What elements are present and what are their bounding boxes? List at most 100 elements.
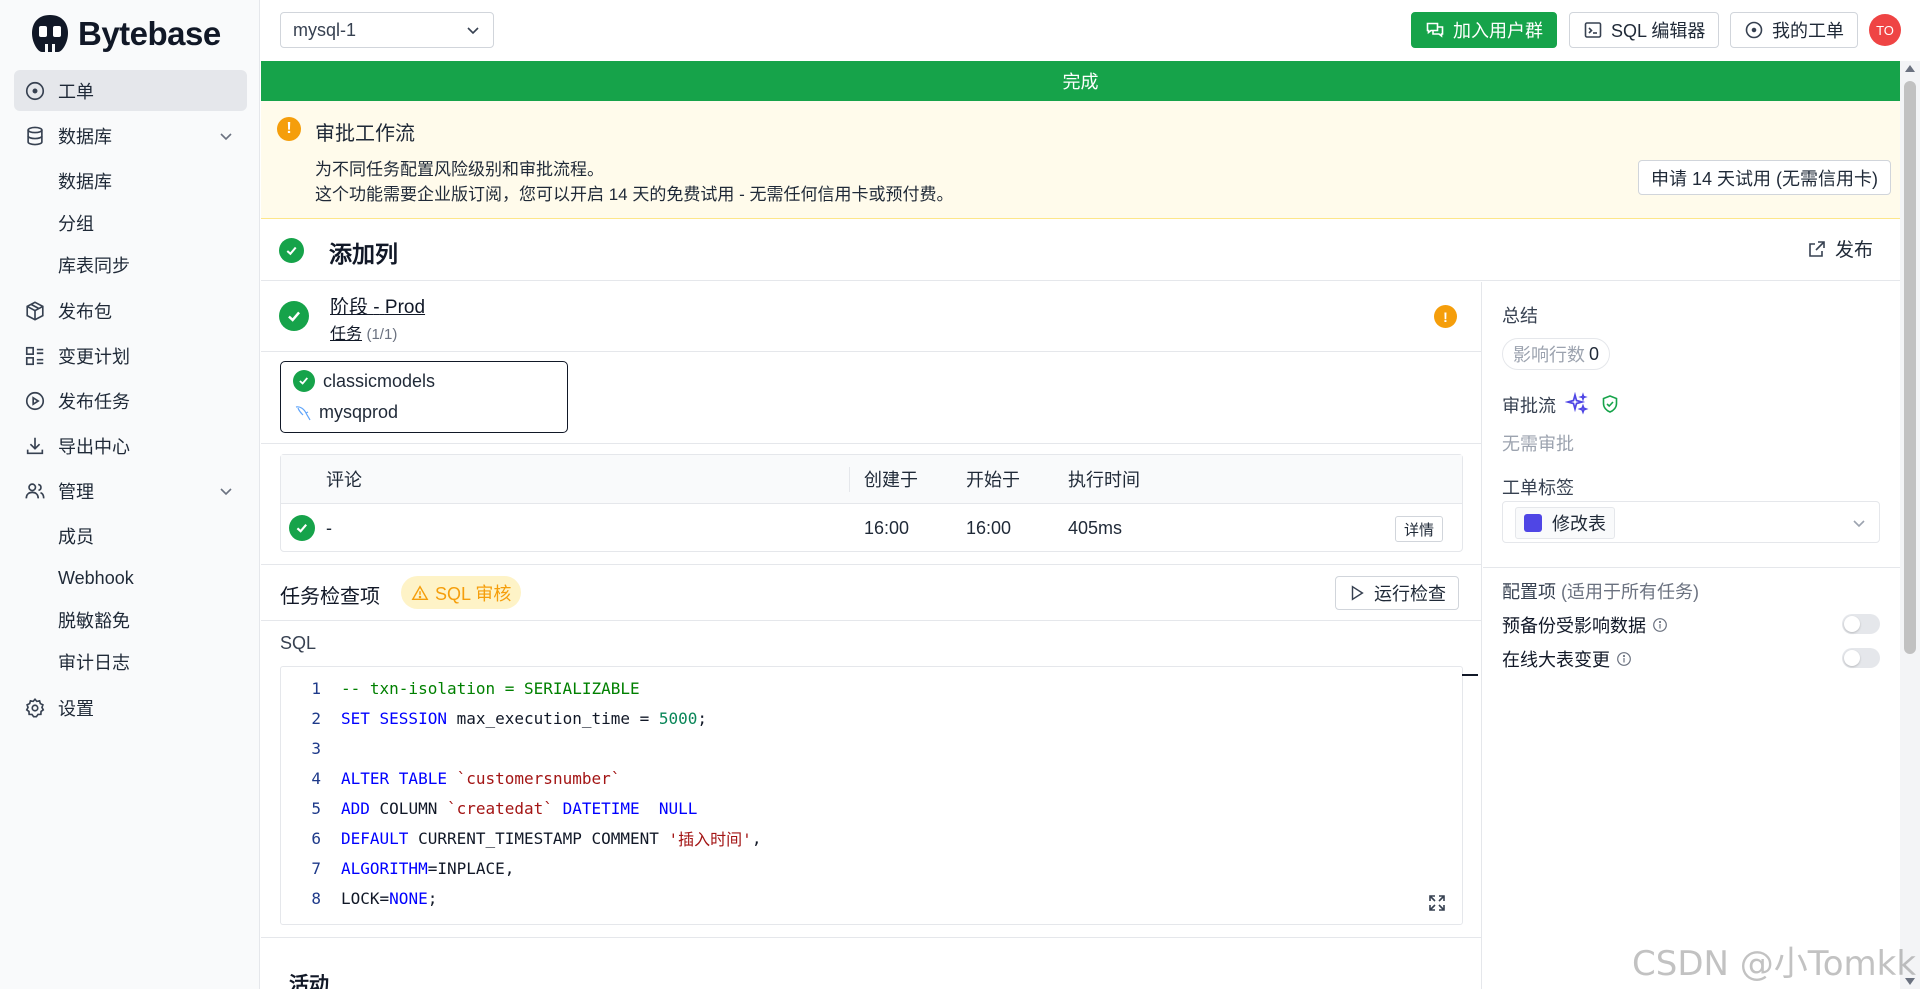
- sparkle-icon[interactable]: [1565, 392, 1589, 416]
- sidebar-subitem-masking-exemption[interactable]: 脱敏豁免: [14, 599, 247, 641]
- sidebar-item-releases[interactable]: 发布包: [14, 290, 247, 331]
- sidebar-item-label: 管理: [58, 481, 94, 502]
- sidebar: Bytebase 工单 数据库 数据库 分组 库表同步 发布包 变更计划 发布任…: [0, 0, 260, 989]
- sidebar-item-databases[interactable]: 数据库: [14, 115, 247, 156]
- code-token: `customersnumber`: [456, 768, 621, 788]
- bytebase-logo-icon: [32, 15, 68, 52]
- chevron-down-icon: [220, 132, 232, 140]
- column-started: 开始于: [966, 470, 1020, 490]
- code-token: =INPLACE,: [427, 858, 515, 878]
- sidebar-item-export-center[interactable]: 导出中心: [14, 425, 247, 466]
- label-color-swatch: [1524, 514, 1542, 532]
- run-detail-button[interactable]: 详情: [1395, 516, 1444, 542]
- avatar[interactable]: TO: [1869, 14, 1901, 46]
- sidebar-item-admin[interactable]: 管理: [14, 470, 247, 511]
- sidebar-item-label: 发布包: [58, 301, 112, 322]
- row-duration: 405ms: [1068, 517, 1123, 538]
- issue-sidebar: 总结 影响行数 0 审批流 无需审批 工单标签 修改表 配置项 (适用于所有任务…: [1483, 282, 1900, 989]
- sidebar-subitem-audit-log[interactable]: 审计日志: [14, 641, 247, 683]
- line-number: 8: [311, 888, 321, 908]
- topbar: mysql-1 加入用户群 SQL 编辑器 我的工单 TO: [261, 0, 1920, 60]
- approval-flow-label: 审批流: [1502, 396, 1556, 416]
- mysql-dolphin-icon: [295, 405, 311, 420]
- my-issues-button[interactable]: 我的工单: [1730, 12, 1858, 48]
- my-issues-label: 我的工单: [1772, 21, 1844, 41]
- task-list: classicmodels mysqprod: [261, 352, 1482, 444]
- sidebar-item-label: 变更计划: [58, 346, 130, 367]
- code-token: ALTER TABLE: [341, 768, 447, 788]
- affected-rows-label: 影响行数: [1513, 345, 1585, 365]
- code-token: DEFAULT: [341, 828, 409, 848]
- stage-title[interactable]: 阶段 - Prod: [330, 292, 425, 319]
- join-group-button[interactable]: 加入用户群: [1411, 12, 1557, 48]
- backup-option: 预备份受影响数据: [1502, 612, 1668, 638]
- bytebase-logo[interactable]: Bytebase: [28, 12, 221, 56]
- instance-select[interactable]: mysql-1: [280, 12, 494, 48]
- issue-title[interactable]: 添加列: [329, 235, 398, 269]
- run-checks-button[interactable]: 运行检查: [1335, 576, 1459, 610]
- sidebar-item-issues[interactable]: 工单: [14, 70, 247, 111]
- publish-button[interactable]: 发布: [1807, 235, 1873, 262]
- sidebar-item-settings[interactable]: 设置: [14, 687, 247, 728]
- play-circle-icon: [25, 391, 45, 410]
- package-icon: [26, 300, 44, 321]
- online-migration-toggle[interactable]: [1842, 648, 1880, 668]
- issue-header: 添加列 发布: [261, 219, 1900, 281]
- info-icon[interactable]: [1652, 617, 1668, 633]
- warning-icon: !: [277, 117, 301, 141]
- sidebar-item-label: 数据库: [58, 126, 112, 147]
- task-checks-row: 任务检查项 SQL 审核 运行检查: [261, 564, 1482, 621]
- sidebar-subitem-databases[interactable]: 数据库: [14, 160, 247, 202]
- sql-review-badge[interactable]: SQL 审核: [401, 576, 522, 609]
- sidebar-subitem-groups[interactable]: 分组: [14, 202, 247, 244]
- sidebar-item-rollouts[interactable]: 发布任务: [14, 380, 247, 421]
- sidebar-item-label: 设置: [58, 698, 94, 719]
- task-card[interactable]: classicmodels mysqprod: [280, 361, 568, 433]
- backup-toggle[interactable]: [1842, 614, 1880, 634]
- sql-editor-button[interactable]: SQL 编辑器: [1569, 12, 1720, 48]
- code-token: SET SESSION: [341, 708, 447, 728]
- stage-done-icon: [279, 301, 309, 331]
- issue-label-chip: 修改表: [1515, 507, 1615, 539]
- code-line: 2 SET SESSION max_execution_time = 5000;: [281, 703, 707, 733]
- table-header: 评论 创建于 开始于 执行时间: [281, 455, 1462, 504]
- stage-separator: -: [373, 297, 380, 318]
- scroll-up-arrow[interactable]: [1905, 65, 1915, 72]
- activity-section: 活动: [261, 937, 1482, 989]
- expand-icon[interactable]: [1427, 893, 1447, 913]
- summary-title: 总结: [1502, 306, 1538, 326]
- status-banner: 完成: [261, 61, 1900, 101]
- chevron-down-icon: [1853, 520, 1865, 528]
- task-instance-name: mysqprod: [319, 402, 399, 422]
- request-trial-button[interactable]: 申请 14 天试用 (无需信用卡): [1638, 160, 1892, 195]
- run-success-icon: [289, 515, 315, 541]
- stage-warning-icon[interactable]: !: [1434, 305, 1457, 328]
- sidebar-subitem-webhook[interactable]: Webhook: [14, 557, 247, 599]
- sidebar-item-plans[interactable]: 变更计划: [14, 335, 247, 376]
- sidebar-item-label: 工单: [58, 81, 94, 102]
- code-token: ;: [427, 888, 438, 908]
- row-started: 16:00: [966, 517, 1012, 538]
- issue-labels-select[interactable]: 修改表: [1502, 501, 1880, 543]
- page-scrollbar[interactable]: [1900, 61, 1920, 989]
- sidebar-nav: 工单 数据库 数据库 分组 库表同步 发布包 变更计划 发布任务 导出中心 管理: [14, 70, 247, 732]
- code-token: ,: [751, 828, 762, 848]
- stage-task-label[interactable]: 任务: [330, 326, 362, 343]
- circle-dot-icon: [1745, 21, 1763, 39]
- info-icon[interactable]: [1616, 651, 1632, 667]
- sidebar-subitem-sync-schema[interactable]: 库表同步: [14, 244, 247, 286]
- stage-name: 阶段: [330, 297, 369, 318]
- task-checks-title: 任务检查项: [280, 586, 380, 608]
- stage-row: 阶段 - Prod 任务 (1/1) !: [261, 282, 1482, 352]
- scroll-thumb[interactable]: [1904, 81, 1916, 654]
- code-line: 5 ADD COLUMN `createdat` DATETIME NULL: [281, 793, 697, 823]
- code-token: `createdat`: [446, 798, 553, 818]
- sql-editor[interactable]: 1 -- txn-isolation = SERIALIZABLE 2 SET SES…: [280, 666, 1478, 925]
- line-number: 4: [311, 768, 321, 788]
- gear-icon: [25, 697, 45, 718]
- sidebar-subitem-members[interactable]: 成员: [14, 515, 247, 557]
- join-group-label: 加入用户群: [1453, 21, 1543, 41]
- code-token: max_execution_time =: [446, 708, 659, 728]
- code-line: 7 ALGORITHM =INPLACE,: [281, 853, 514, 883]
